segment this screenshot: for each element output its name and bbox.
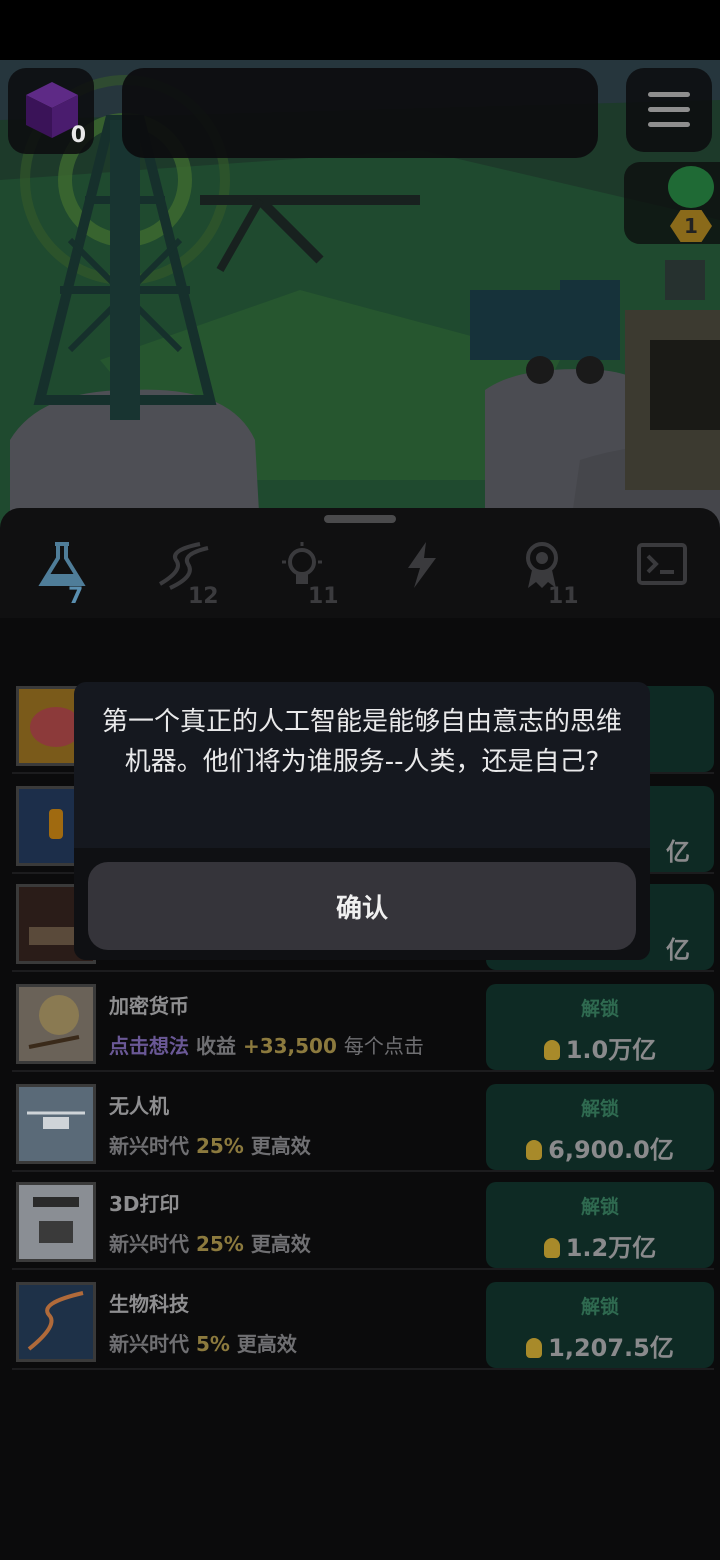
unlock-label: 解锁 bbox=[580, 998, 619, 1020]
dna-thumbnail bbox=[16, 1282, 96, 1362]
unlock-button[interactable]: 解锁 1.2万亿 bbox=[486, 1182, 714, 1268]
cost-label: 1.0万亿 bbox=[486, 1030, 714, 1065]
category-tabs: 7 12 11 11 bbox=[0, 532, 720, 618]
drag-handle[interactable] bbox=[324, 515, 396, 523]
dino-button[interactable]: 1 bbox=[624, 162, 720, 244]
lightbulb-icon bbox=[282, 542, 322, 584]
tab-energy[interactable] bbox=[370, 532, 480, 612]
tab-awards[interactable]: 11 bbox=[490, 532, 600, 612]
lightning-icon bbox=[408, 542, 436, 588]
tab-terminal[interactable] bbox=[610, 532, 720, 612]
confirm-button[interactable]: 确认 bbox=[88, 862, 636, 950]
tab-ideas[interactable]: 11 bbox=[250, 532, 360, 612]
list-item-biotech[interactable]: 生物科技 新兴时代 5% 更高效 解锁 1,207.5亿 bbox=[12, 1274, 714, 1370]
menu-button[interactable] bbox=[626, 68, 712, 152]
cube-counter[interactable]: 0 bbox=[8, 68, 94, 154]
row-description: 新兴时代 25% 更高效 bbox=[109, 1134, 311, 1158]
lightbulb-icon bbox=[526, 1140, 543, 1160]
list-item-3d-printing[interactable]: 3D打印 新兴时代 25% 更高效 解锁 1.2万亿 bbox=[12, 1174, 714, 1270]
lightbulb-icon bbox=[543, 1040, 560, 1060]
menu-icon bbox=[648, 92, 690, 97]
unlock-button[interactable]: 解锁 1,207.5亿 bbox=[486, 1282, 714, 1368]
lightbulb-icon bbox=[526, 1338, 543, 1358]
tab-ideas-count: 11 bbox=[308, 584, 339, 609]
row-description: 点击想法 收益 +33,500 每个点击 bbox=[109, 1034, 424, 1058]
dino-level-badge: 1 bbox=[670, 210, 712, 242]
list-item-drone[interactable]: 无人机 新兴时代 25% 更高效 解锁 6,900.0亿 bbox=[12, 1076, 714, 1172]
printer-thumbnail bbox=[16, 1182, 96, 1262]
unlock-label: 解锁 bbox=[580, 1098, 619, 1120]
row-title: 3D打印 bbox=[109, 1192, 180, 1216]
crypto-thumbnail bbox=[16, 984, 96, 1064]
dna-icon bbox=[158, 542, 209, 590]
flask-icon bbox=[38, 542, 86, 586]
era-title-bar bbox=[122, 68, 598, 158]
tab-awards-count: 11 bbox=[548, 584, 579, 609]
row-title: 生物科技 bbox=[109, 1292, 189, 1316]
row-title: 无人机 bbox=[109, 1094, 169, 1118]
terminal-icon bbox=[637, 543, 687, 585]
status-bar bbox=[0, 0, 720, 60]
quote-dialog: 第一个真正的人工智能是能够自由意志的思维机器。他们将为谁服务--人类，还是自己?… bbox=[74, 682, 650, 960]
cube-count: 0 bbox=[70, 123, 86, 148]
cost-label: 1.2万亿 bbox=[486, 1228, 714, 1263]
row-description: 新兴时代 5% 更高效 bbox=[109, 1332, 297, 1356]
tab-dna-count: 12 bbox=[188, 584, 219, 609]
cost-label: 1,207.5亿 bbox=[486, 1328, 714, 1363]
row-title: 加密货币 bbox=[109, 994, 189, 1018]
unlock-label: 解锁 bbox=[580, 1296, 619, 1318]
drone-thumbnail bbox=[16, 1084, 96, 1164]
unlock-button[interactable]: 解锁 6,900.0亿 bbox=[486, 1084, 714, 1170]
cost-label: 6,900.0亿 bbox=[486, 1130, 714, 1165]
list-item-crypto[interactable]: 加密货币 点击想法 收益 +33,500 每个点击 解锁 1.0万亿 bbox=[12, 976, 714, 1072]
lightbulb-icon bbox=[543, 1238, 560, 1258]
tab-research-count: 7 bbox=[68, 584, 84, 609]
tab-dna[interactable]: 12 bbox=[130, 532, 240, 612]
award-icon bbox=[526, 542, 558, 588]
tab-research[interactable]: 7 bbox=[10, 532, 120, 612]
dino-icon bbox=[668, 166, 714, 208]
unlock-button[interactable]: 解锁 1.0万亿 bbox=[486, 984, 714, 1070]
unlock-label: 解锁 bbox=[580, 1196, 619, 1218]
row-description: 新兴时代 25% 更高效 bbox=[109, 1232, 311, 1256]
dialog-message: 第一个真正的人工智能是能够自由意志的思维机器。他们将为谁服务--人类，还是自己? bbox=[101, 707, 622, 777]
